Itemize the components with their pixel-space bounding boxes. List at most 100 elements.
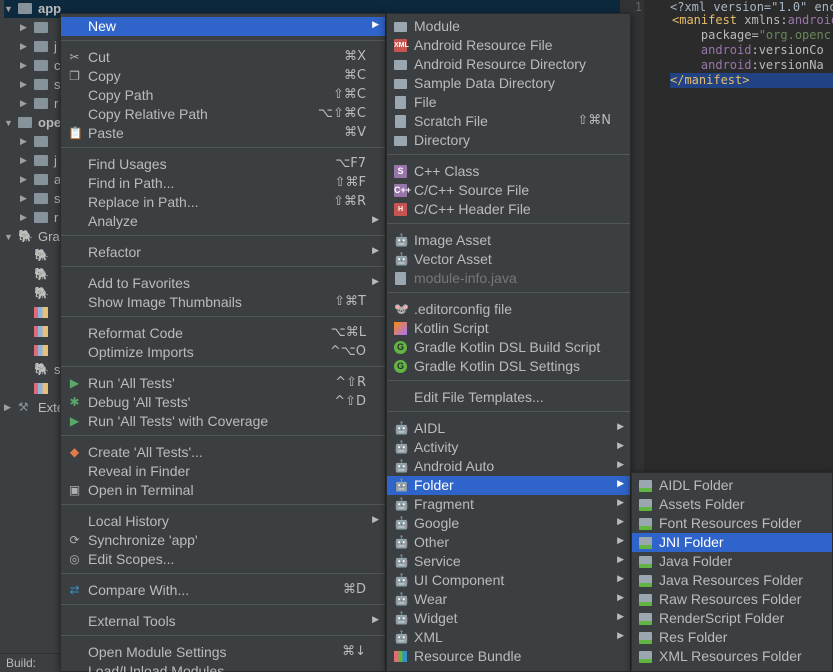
menu-item-gradle-kotlin-dsl-settings[interactable]: G Gradle Kotlin DSL Settings [387,357,630,376]
code-line[interactable]: android:versionNa [672,58,824,73]
menu-item-synchronize-app[interactable]: ⟳ Synchronize 'app' [61,531,385,550]
menu-item-directory[interactable]: Directory [387,131,630,150]
create-test-icon: ◆ [69,445,80,459]
menu-item-debug-all-tests[interactable]: ✱ Debug 'All Tests' ^⇧D [61,393,385,412]
menu-item-c-class[interactable]: S C++ Class [387,162,630,181]
collapsed-arrow-icon[interactable]: ▶ [4,402,14,413]
menu-item-reformat-code[interactable]: Reformat Code ⌥⌘L [61,324,385,343]
menu-item-external-tools[interactable]: External Tools ▶ [61,612,385,631]
collapsed-arrow-icon[interactable]: ▶ [20,193,30,204]
menu-item-fragment[interactable]: 🤖 Fragment ▶ [387,495,630,514]
module-folder-icon [18,117,32,128]
menu-item-android-resource-file[interactable]: XML Android Resource File [387,36,630,55]
menu-item-sample-data-directory[interactable]: Sample Data Directory [387,74,630,93]
gradle-properties-icon [34,307,48,318]
collapsed-arrow-icon[interactable]: ▶ [20,98,30,109]
menu-item-new[interactable]: New ▶ [61,17,385,36]
menu-item-c-c-source-file[interactable]: C++ C/C++ Source File [387,181,630,200]
menu-item-copy-relative-path[interactable]: Copy Relative Path ⌥⇧⌘C [61,105,385,124]
menu-item-c-c-header-file[interactable]: H C/C++ Header File [387,200,630,219]
menu-item-font-resources-folder[interactable]: Font Resources Folder [632,514,832,533]
code-line[interactable]: android:versionCo [672,43,824,58]
menu-item-scratch-file[interactable]: Scratch File ⇧⌘N [387,112,630,131]
menu-item-folder[interactable]: 🤖 Folder ▶ [387,476,630,495]
menu-item-label: Analyze [88,213,138,229]
menu-item-run-all-tests[interactable]: ▶ Run 'All Tests' ^⇧R [61,374,385,393]
menu-item-open-module-settings[interactable]: Open Module Settings ⌘↓ [61,643,385,662]
menu-item-replace-in-path[interactable]: Replace in Path... ⇧⌘R [61,193,385,212]
menu-item-create-all-tests[interactable]: ◆ Create 'All Tests'... [61,443,385,462]
menu-item-wear[interactable]: 🤖 Wear ▶ [387,590,630,609]
menu-item-aidl-folder[interactable]: AIDL Folder [632,476,832,495]
menu-item-other[interactable]: 🤖 Other ▶ [387,533,630,552]
code-line[interactable]: <manifest xmlns:android [672,13,833,28]
menu-item-ui-component[interactable]: 🤖 UI Component ▶ [387,571,630,590]
submenu-arrow-icon: ▶ [372,19,379,29]
menu-item-renderscript-folder[interactable]: RenderScript Folder [632,609,832,628]
menu-item-edit-file-templates[interactable]: Edit File Templates... [387,388,630,407]
menu-item-copy[interactable]: ❐ Copy ⌘C [61,67,385,86]
code-line[interactable]: package="org.openc [672,28,831,43]
gradle-icon: G [394,360,407,373]
menu-item-compare-with[interactable]: ⇄ Compare With... ⌘D [61,581,385,600]
menu-item-activity[interactable]: 🤖 Activity ▶ [387,438,630,457]
menu-item-resource-bundle[interactable]: Resource Bundle [387,647,630,666]
android-folder-icon [639,594,652,606]
menu-item-edit-scopes[interactable]: ◎ Edit Scopes... [61,550,385,569]
menu-item-java-resources-folder[interactable]: Java Resources Folder [632,571,832,590]
menu-item-copy-path[interactable]: Copy Path ⇧⌘C [61,86,385,105]
menu-item-android-resource-directory[interactable]: Android Resource Directory [387,55,630,74]
menu-item-module[interactable]: Module [387,17,630,36]
menu-item-service[interactable]: 🤖 Service ▶ [387,552,630,571]
menu-item-jni-folder[interactable]: JNI Folder [632,533,832,552]
collapsed-arrow-icon[interactable]: ▶ [20,60,30,71]
collapsed-arrow-icon[interactable]: ▶ [20,212,30,223]
menu-item-find-usages[interactable]: Find Usages ⌥F7 [61,155,385,174]
menu-item-google[interactable]: 🤖 Google ▶ [387,514,630,533]
menu-item-widget[interactable]: 🤖 Widget ▶ [387,609,630,628]
expanded-arrow-icon[interactable]: ▼ [4,232,14,242]
shortcut-label: ⌘↓ [342,644,366,659]
menu-item-vector-asset[interactable]: 🤖 Vector Asset [387,250,630,269]
android-icon: 🤖 [394,592,409,606]
menu-item-java-folder[interactable]: Java Folder [632,552,832,571]
collapsed-arrow-icon[interactable]: ▶ [20,136,30,147]
menu-item-editorconfig-file[interactable]: 🐭 .editorconfig file [387,300,630,319]
menu-item-raw-resources-folder[interactable]: Raw Resources Folder [632,590,832,609]
collapsed-arrow-icon[interactable]: ▶ [20,79,30,90]
expanded-arrow-icon[interactable]: ▼ [4,4,14,14]
menu-item-xml-resources-folder[interactable]: XML Resources Folder [632,647,832,666]
menu-item-kotlin-script[interactable]: Kotlin Script [387,319,630,338]
menu-item-cut[interactable]: ✂ Cut ⌘X [61,48,385,67]
menu-item-add-to-favorites[interactable]: Add to Favorites ▶ [61,274,385,293]
menu-item-file[interactable]: File [387,93,630,112]
expanded-arrow-icon[interactable]: ▼ [4,118,14,128]
menu-item-optimize-imports[interactable]: Optimize Imports ^⌥O [61,343,385,362]
submenu-arrow-icon: ▶ [617,535,624,545]
menu-item-aidl[interactable]: 🤖 AIDL ▶ [387,419,630,438]
menu-item-android-auto[interactable]: 🤖 Android Auto ▶ [387,457,630,476]
menu-item-find-in-path[interactable]: Find in Path... ⇧⌘F [61,174,385,193]
menu-item-assets-folder[interactable]: Assets Folder [632,495,832,514]
menu-item-paste[interactable]: 📋 Paste ⌘V [61,124,385,143]
collapsed-arrow-icon[interactable]: ▶ [20,22,30,33]
menu-item-gradle-kotlin-dsl-build-script[interactable]: G Gradle Kotlin DSL Build Script [387,338,630,357]
collapsed-arrow-icon[interactable]: ▶ [20,41,30,52]
build-tab-label[interactable]: Build: [6,656,36,670]
menu-item-xml[interactable]: 🤖 XML ▶ [387,628,630,647]
menu-item-res-folder[interactable]: Res Folder [632,628,832,647]
menu-item-reveal-in-finder[interactable]: Reveal in Finder [61,462,385,481]
menu-separator [61,504,385,505]
menu-item-module-info-java[interactable]: module-info.java [387,269,630,288]
menu-item-open-in-terminal[interactable]: ▣ Open in Terminal [61,481,385,500]
menu-item-refactor[interactable]: Refactor ▶ [61,243,385,262]
collapsed-arrow-icon[interactable]: ▶ [20,155,30,166]
collapsed-arrow-icon[interactable]: ▶ [20,174,30,185]
menu-item-run-all-tests-with-coverage[interactable]: ▶ Run 'All Tests' with Coverage [61,412,385,431]
menu-item-local-history[interactable]: Local History ▶ [61,512,385,531]
menu-item-image-asset[interactable]: 🤖 Image Asset [387,231,630,250]
menu-item-load-unload-modules[interactable]: Load/Unload Modules... [61,662,385,672]
menu-item-analyze[interactable]: Analyze ▶ [61,212,385,231]
menu-item-show-image-thumbnails[interactable]: Show Image Thumbnails ⇧⌘T [61,293,385,312]
code-line[interactable]: </manifest> [670,73,833,88]
